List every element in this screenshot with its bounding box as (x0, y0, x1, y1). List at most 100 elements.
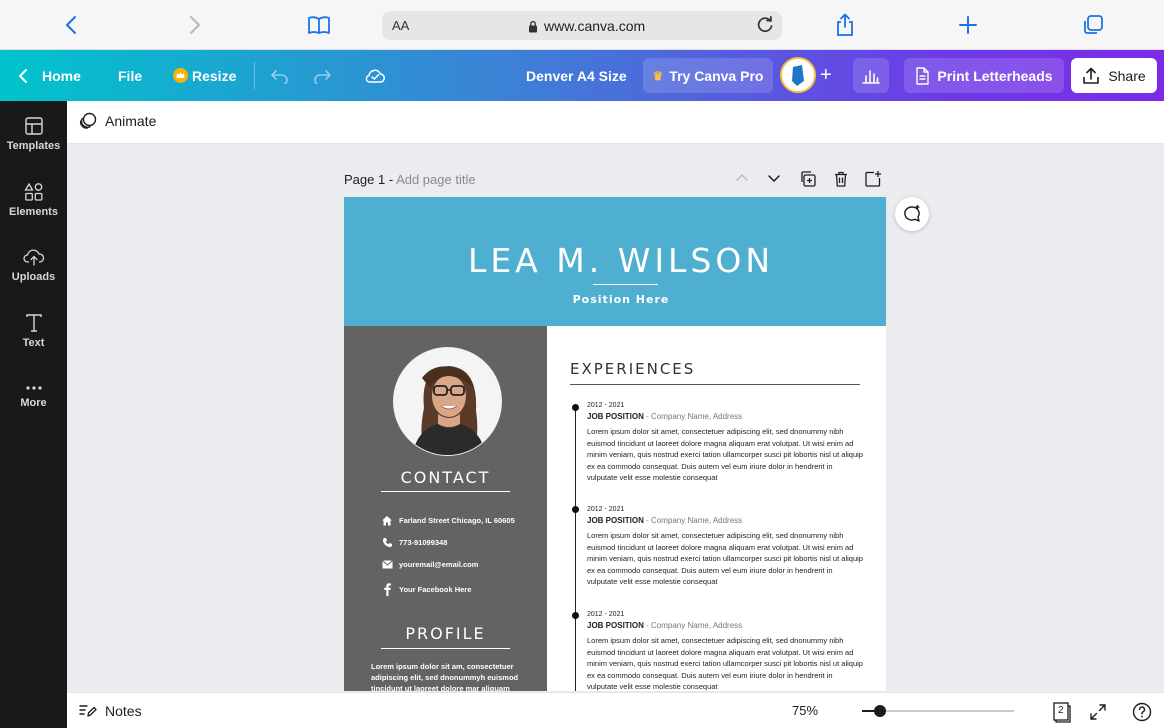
duplicate-page-icon[interactable] (799, 170, 817, 188)
zoom-slider[interactable] (862, 705, 1014, 717)
file-label: File (118, 67, 143, 84)
home-icon (381, 515, 393, 526)
elements-icon (23, 182, 42, 201)
resize-button[interactable]: Resize (173, 50, 236, 101)
resume-name[interactable]: LEA M. WILSON (344, 241, 886, 280)
contact-email-text: youremail@email.com (399, 560, 479, 569)
job-entry[interactable]: 2012 - 2021 JOB POSITION - Company Name,… (587, 402, 863, 484)
sidebar-item-elements[interactable]: Elements (0, 170, 67, 230)
page-header: Page 1 - Add page title (344, 172, 476, 187)
profile-divider (381, 648, 510, 649)
share-sheet-icon[interactable] (832, 12, 858, 38)
notes-button[interactable]: Notes (79, 703, 142, 719)
reload-icon[interactable] (754, 14, 776, 41)
experiences-divider (570, 384, 860, 385)
page-count-button[interactable]: 2 (1050, 701, 1072, 723)
contact-facebook[interactable]: Your Facebook Here (381, 583, 471, 596)
page-up-icon[interactable] (734, 170, 750, 186)
page-count: 2 (1058, 705, 1064, 716)
notes-icon (79, 705, 97, 717)
bookmarks-icon[interactable] (306, 12, 332, 38)
chevron-left-icon (19, 68, 27, 83)
delete-page-icon[interactable] (832, 170, 850, 188)
share-button[interactable]: Share (1071, 58, 1157, 93)
contact-facebook-text: Your Facebook Here (399, 585, 472, 594)
animate-button[interactable]: Animate (79, 112, 156, 130)
context-toolbar: Animate (67, 101, 1164, 144)
uploads-icon (22, 249, 44, 266)
timeline-line (575, 407, 576, 691)
cloud-saved-icon[interactable] (364, 50, 386, 101)
contact-heading[interactable]: CONTACT (344, 468, 547, 487)
resize-label: Resize (192, 67, 237, 84)
sidebar-item-uploads[interactable]: Uploads (0, 235, 67, 295)
design-page[interactable]: LEA M. WILSON Position Here CONTACT Farl… (344, 197, 886, 691)
job-position-title: JOB POSITION (587, 621, 644, 630)
url-text: www.canva.com (544, 18, 646, 34)
text-icon (25, 314, 42, 332)
try-canva-pro-button[interactable]: ♛ Try Canva Pro (643, 58, 773, 93)
timeline-dot (572, 506, 579, 513)
job-years: 2012 - 2021 (587, 402, 625, 409)
share-label: Share (1108, 67, 1146, 84)
fullscreen-icon[interactable] (1087, 701, 1109, 723)
page-title-input[interactable]: Add page title (396, 172, 476, 187)
sidebar-label-templates: Templates (6, 140, 61, 152)
tabs-overview-icon[interactable] (1080, 12, 1106, 38)
zoom-slider-handle[interactable] (874, 705, 887, 717)
home-button[interactable]: Home (18, 50, 81, 101)
home-label: Home (42, 67, 81, 84)
animate-label: Animate (105, 113, 157, 129)
redo-icon[interactable] (312, 50, 332, 101)
experiences-heading[interactable]: EXPERIENCES (570, 360, 695, 378)
contact-email[interactable]: youremail@email.com (381, 560, 478, 569)
document-title[interactable]: Denver A4 Size (526, 50, 627, 101)
help-icon[interactable] (1131, 701, 1153, 723)
sidebar-item-more[interactable]: More (0, 366, 67, 426)
reader-aa-button[interactable]: AA (392, 18, 409, 33)
toolbar-divider (254, 62, 255, 89)
profile-photo[interactable] (393, 347, 502, 456)
print-letterheads-button[interactable]: Print Letterheads (904, 58, 1064, 93)
document-icon (916, 66, 930, 85)
job-position: JOB POSITION - Company Name, Address (587, 412, 863, 421)
add-page-icon[interactable] (864, 170, 882, 188)
sidebar-item-text[interactable]: Text (0, 301, 67, 361)
page-down-icon[interactable] (766, 170, 782, 186)
user-avatar[interactable] (780, 57, 816, 93)
job-entry[interactable]: 2012 - 2021 JOB POSITION - Company Name,… (587, 611, 863, 691)
resume-position[interactable]: Position Here (344, 293, 886, 306)
page-label: Page 1 - (344, 172, 394, 187)
bar-chart-icon (862, 69, 880, 84)
job-years: 2012 - 2021 (587, 506, 625, 513)
job-description: Lorem ipsum dolor sit amet, consectetuer… (587, 531, 863, 586)
sidebar-item-templates[interactable]: Templates (0, 104, 67, 164)
more-icon (25, 386, 42, 390)
sidebar-label-more: More (20, 397, 47, 409)
contact-phone[interactable]: 773-91099348 (381, 537, 447, 548)
add-collaborator-icon[interactable]: + (820, 50, 832, 101)
file-menu-button[interactable]: File (118, 50, 142, 101)
notes-label: Notes (105, 703, 142, 719)
job-description: Lorem ipsum dolor sit amet, consectetuer… (587, 427, 863, 482)
insights-button[interactable] (853, 58, 889, 93)
contact-address[interactable]: Farland Street Chicago, IL 60605 (381, 515, 515, 526)
name-divider (593, 284, 658, 285)
add-comment-button[interactable] (895, 197, 929, 231)
profile-text[interactable]: Lorem ipsum dolor sit am, consectetuer a… (371, 661, 526, 691)
job-company: - Company Name, Address (643, 621, 743, 630)
forward-icon[interactable] (182, 12, 208, 38)
comment-plus-icon (904, 205, 920, 222)
contact-phone-text: 773-91099348 (399, 538, 448, 547)
address-bar[interactable]: AA www.canva.com (382, 11, 782, 40)
profile-heading[interactable]: PROFILE (344, 624, 547, 643)
zoom-level[interactable]: 75% (792, 703, 818, 718)
new-tab-icon[interactable] (955, 12, 981, 38)
back-icon[interactable] (58, 12, 84, 38)
print-label: Print Letterheads (937, 67, 1053, 84)
left-sidebar: Templates Elements Uploads Text More (0, 101, 67, 728)
job-entry[interactable]: 2012 - 2021 JOB POSITION - Company Name,… (587, 506, 863, 588)
url-display[interactable]: www.canva.com (528, 18, 645, 34)
job-position-title: JOB POSITION (587, 412, 644, 421)
undo-icon[interactable] (270, 50, 290, 101)
